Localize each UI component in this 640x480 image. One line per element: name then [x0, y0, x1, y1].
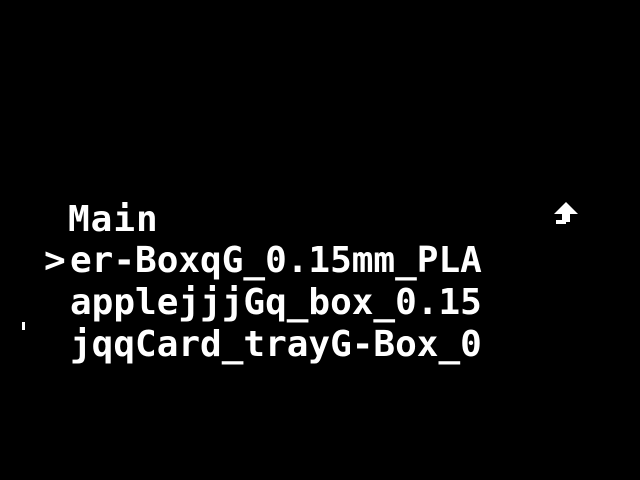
file-list-item-selected[interactable]: > er-BoxqG_0.15mm_PLA — [44, 240, 604, 282]
file-list-item[interactable]: applejjjGq_box_0.15 — [44, 282, 604, 324]
lcd-screen: Main > er-BoxqG_0.15mm_PLA applejjjGq_box… — [0, 0, 640, 480]
file-list-item[interactable]: jqqCard_trayG-Box_0 — [44, 324, 604, 366]
back-arrow-icon[interactable] — [552, 200, 580, 228]
file-name: er-BoxqG_0.15mm_PLA — [70, 240, 482, 281]
selection-cursor: > — [44, 240, 66, 281]
menu-title: Main — [68, 199, 159, 240]
file-name: jqqCard_trayG-Box_0 — [70, 324, 482, 365]
scroll-indicator — [22, 322, 25, 330]
file-name: applejjjGq_box_0.15 — [70, 282, 482, 323]
file-list: > er-BoxqG_0.15mm_PLA applejjjGq_box_0.15… — [44, 240, 604, 366]
